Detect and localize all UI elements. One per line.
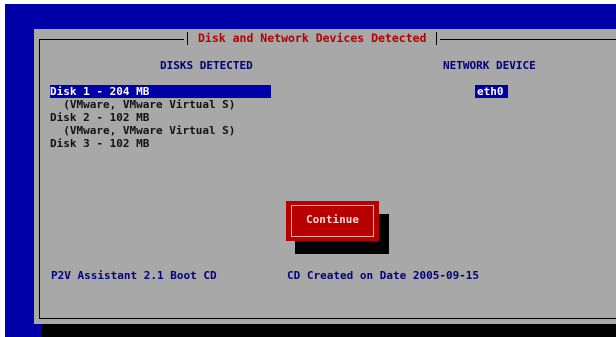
network-device-eth0[interactable]: eth0 xyxy=(475,85,508,98)
disk-list[interactable]: Disk 1 - 204 MB (VMware, VMware Virtual … xyxy=(50,85,271,150)
disk-item-3[interactable]: Disk 3 - 102 MB xyxy=(50,137,271,150)
disk-item-1[interactable]: Disk 1 - 204 MB xyxy=(50,85,271,98)
footer-product: P2V Assistant 2.1 Boot CD xyxy=(51,269,217,282)
footer-date: CD Created on Date 2005-09-15 xyxy=(287,269,480,282)
continue-button[interactable]: Continue xyxy=(286,201,379,241)
disk-item-2[interactable]: Disk 2 - 102 MB xyxy=(50,111,271,124)
continue-button-label: Continue xyxy=(291,205,374,237)
disk-item-2-detail[interactable]: (VMware, VMware Virtual S) xyxy=(50,124,271,137)
dialog-title: Disk and Network Devices Detected xyxy=(184,30,441,47)
disk-item-1-detail[interactable]: (VMware, VMware Virtual S) xyxy=(50,98,271,111)
network-header: NETWORK DEVICE xyxy=(443,59,536,72)
disks-header: DISKS DETECTED xyxy=(160,59,253,72)
dialog-shadow xyxy=(42,324,616,337)
devices-dialog: Disk and Network Devices Detected DISKS … xyxy=(34,29,616,324)
